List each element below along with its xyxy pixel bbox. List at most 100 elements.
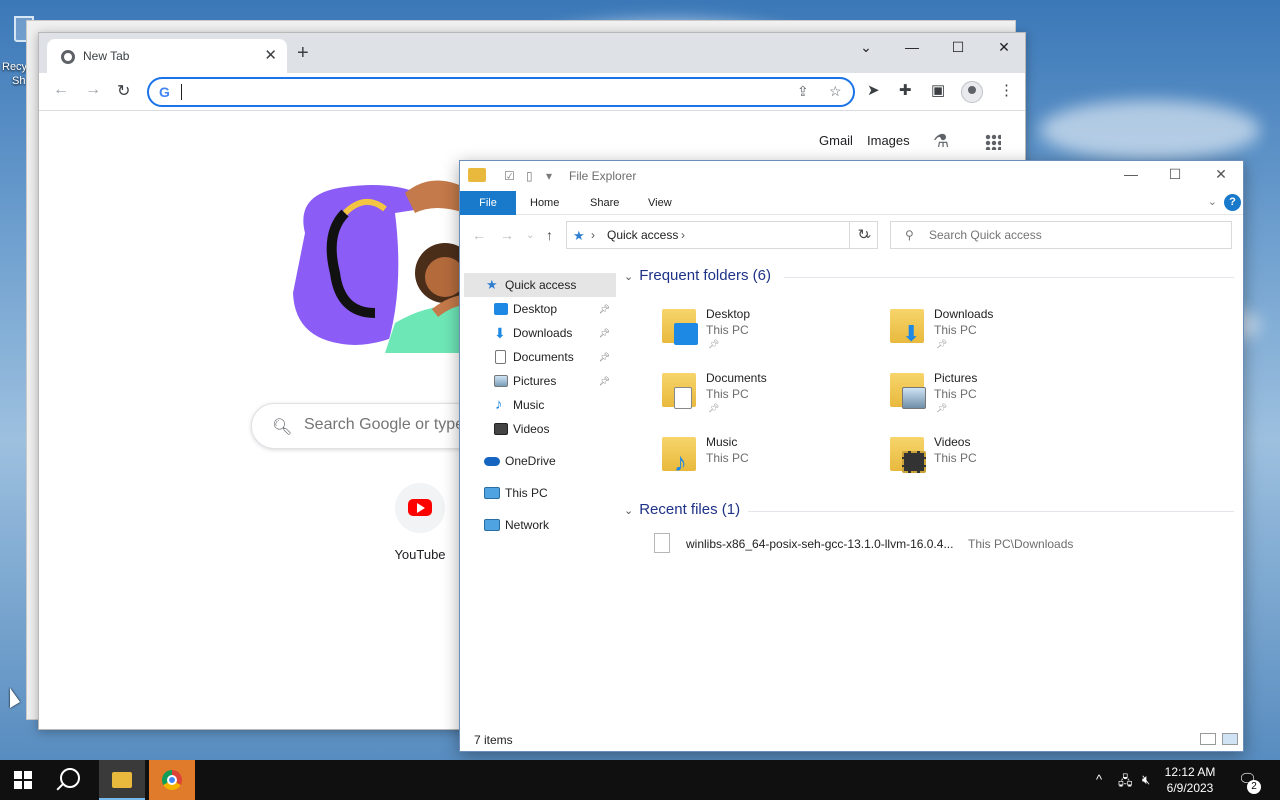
expand-ribbon-chevron-icon[interactable]: ⌄ [1208, 195, 1217, 208]
up-button[interactable]: ↑ [546, 227, 553, 243]
youtube-shortcut[interactable] [395, 483, 445, 533]
pin-icon: 📌︎ [936, 403, 948, 413]
explorer-back-button[interactable]: ← [472, 227, 486, 243]
nav-item-pictures[interactable]: Pictures 📌︎ [464, 369, 616, 393]
cursor-extension-icon[interactable]: ➤ [867, 81, 880, 99]
explorer-title: File Explorer [569, 169, 637, 183]
back-button[interactable]: ← [53, 81, 69, 99]
tab-search-dropdown-icon[interactable]: ⌄ [843, 37, 889, 57]
recent-file-location: This PC\Downloads [968, 537, 1074, 551]
reload-button[interactable]: ↻ [117, 81, 130, 101]
folder-tile-videos[interactable]: Videos This PC [890, 431, 1110, 487]
folder-tile-pictures[interactable]: Pictures This PC 📌︎ [890, 367, 1110, 423]
new-tab-button[interactable]: + [297, 43, 309, 63]
nav-item-videos[interactable]: Videos [464, 417, 616, 441]
bookmark-star-icon[interactable]: ☆ [829, 83, 842, 100]
ribbon-tab-view[interactable]: View [634, 191, 686, 215]
network-tray-icon[interactable]: 🖧︎ [1118, 772, 1133, 794]
ribbon-tab-share[interactable]: Share [576, 191, 633, 215]
tab-new-tab[interactable]: New Tab ✕ [47, 39, 287, 73]
explorer-forward-button[interactable]: → [500, 227, 514, 243]
explorer-close-button[interactable]: ✕ [1198, 166, 1244, 183]
start-windows-icon[interactable] [14, 771, 32, 789]
nav-item-downloads[interactable]: ⬇ Downloads 📌︎ [464, 321, 616, 345]
maximize-button[interactable]: ☐ [935, 37, 981, 57]
explorer-maximize-button[interactable]: ☐ [1152, 166, 1198, 183]
taskbar-search-icon[interactable] [60, 768, 80, 788]
new-folder-quick-icon[interactable]: ▯ [526, 169, 533, 183]
folder-location: This PC [934, 323, 977, 337]
clock[interactable]: 12:12 AM 6/9/2023 [1160, 764, 1220, 796]
close-button[interactable]: ✕ [981, 37, 1027, 57]
notification-count-badge: 2 [1247, 780, 1261, 794]
side-panel-icon[interactable]: ▣ [931, 81, 945, 99]
explorer-search-input[interactable] [929, 228, 1219, 242]
taskbar-file-explorer[interactable] [99, 760, 145, 800]
breadcrumb-separator[interactable]: › [591, 228, 595, 242]
folder-tile-downloads[interactable]: ⬇ Downloads This PC 📌︎ [890, 303, 1110, 359]
file-explorer-icon [112, 772, 132, 788]
refresh-button[interactable]: ↻ [849, 221, 877, 249]
omnibox[interactable]: G ⇪ ☆ [147, 77, 855, 107]
recent-files-header[interactable]: ⌄ Recent files (1) [624, 501, 740, 518]
folder-tile-documents[interactable]: Documents This PC 📌︎ [662, 367, 882, 423]
nav-item-this-pc[interactable]: This PC [464, 481, 616, 505]
tab-close-icon[interactable]: ✕ [264, 46, 277, 64]
recent-locations-dropdown[interactable]: ⌄ [526, 230, 534, 241]
tray-overflow-chevron-icon[interactable]: ^ [1096, 772, 1102, 787]
gmail-link[interactable]: Gmail [819, 133, 853, 148]
nav-item-documents[interactable]: Documents 📌︎ [464, 345, 616, 369]
google-g-icon: G [159, 84, 170, 100]
extensions-puzzle-icon[interactable]: ✚ [899, 81, 912, 99]
breadcrumb-quick-access[interactable]: Quick access [607, 228, 678, 242]
volume-muted-icon[interactable]: 🔇︎ [1142, 772, 1150, 788]
collapse-chevron-icon: ⌄ [624, 271, 634, 283]
desktop-overlay-icon [674, 323, 698, 345]
nav-label: Music [513, 398, 545, 412]
pin-icon: 📌︎ [708, 339, 720, 349]
music-note-icon: ♪ [495, 396, 503, 413]
nav-item-onedrive[interactable]: OneDrive [464, 449, 616, 473]
recent-file-row[interactable]: winlibs-x86_64-posix-seh-gcc-13.1.0-llvm… [654, 531, 1234, 557]
details-view-icon[interactable] [1200, 733, 1216, 745]
ribbon-tab-file[interactable]: File [460, 191, 516, 215]
taskbar-chrome[interactable] [149, 760, 195, 800]
images-link[interactable]: Images [867, 133, 910, 148]
documents-overlay-icon [674, 387, 692, 409]
cloud [1040, 100, 1260, 160]
nav-item-music[interactable]: ♪ Music [464, 393, 616, 417]
profile-avatar[interactable] [961, 81, 983, 103]
address-bar[interactable]: ★ › Quick access › ⌄ [566, 221, 878, 249]
pictures-overlay-icon [902, 387, 926, 409]
help-icon[interactable]: ? [1224, 194, 1241, 211]
ribbon-tab-home[interactable]: Home [516, 191, 573, 215]
nav-item-network[interactable]: Network [464, 513, 616, 537]
forward-button[interactable]: → [85, 81, 101, 99]
customize-toolbar-icon[interactable]: ▾ [546, 169, 552, 183]
folder-location: This PC [706, 323, 749, 337]
breadcrumb-separator[interactable]: › [681, 228, 685, 242]
minimize-button[interactable]: — [889, 37, 935, 57]
share-icon[interactable]: ⇪ [797, 83, 809, 100]
explorer-search-box[interactable]: ⚲ [890, 221, 1232, 249]
youtube-shortcut-label[interactable]: YouTube [385, 547, 455, 562]
chrome-favicon-icon [61, 50, 75, 64]
properties-quick-icon[interactable]: ☑ [504, 169, 515, 183]
menu-kebab-icon[interactable]: ⋮ [999, 81, 1014, 99]
large-icons-view-icon[interactable] [1222, 733, 1238, 745]
labs-flask-icon[interactable]: ⚗ [933, 131, 949, 152]
frequent-folders-header[interactable]: ⌄ Frequent folders (6) [624, 267, 771, 284]
explorer-minimize-button[interactable]: — [1108, 166, 1154, 182]
status-bar: 7 items [460, 727, 1243, 751]
google-apps-icon[interactable] [985, 134, 1001, 150]
folder-tile-desktop[interactable]: Desktop This PC 📌︎ [662, 303, 882, 359]
folder-tile-music[interactable]: ♪ Music This PC [662, 431, 882, 487]
omnibox-input[interactable] [183, 82, 763, 102]
folder-name: Videos [934, 435, 971, 449]
downloads-arrow-icon: ⬇ [902, 321, 921, 346]
nav-item-quick-access[interactable]: ★ Quick access [464, 273, 616, 297]
folder-name: Music [706, 435, 738, 449]
clock-date: 6/9/2023 [1166, 781, 1214, 795]
nav-item-desktop[interactable]: Desktop 📌︎ [464, 297, 616, 321]
nav-label: OneDrive [505, 454, 556, 468]
